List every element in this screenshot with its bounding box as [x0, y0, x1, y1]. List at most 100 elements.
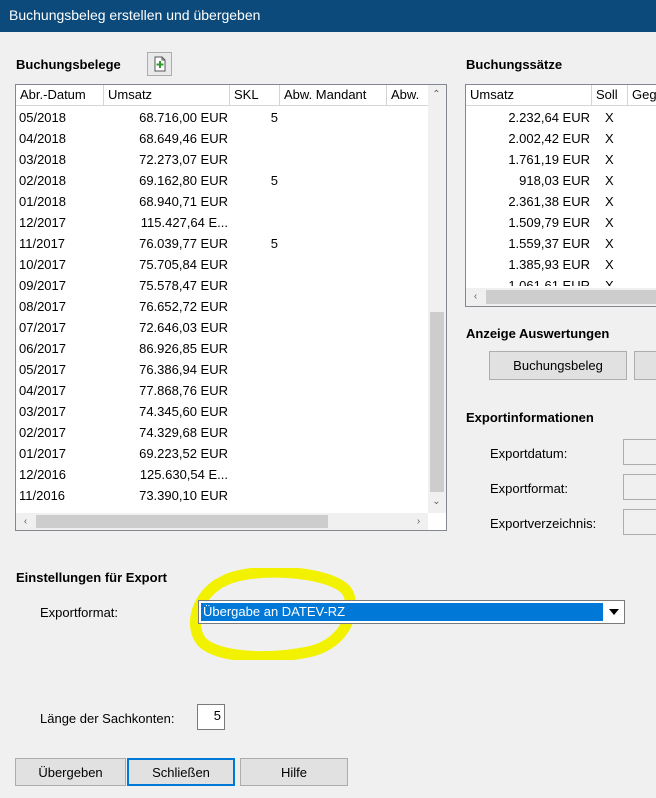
table-row[interactable]: 1.509,79 EUR X [466, 213, 656, 234]
table-row[interactable]: 2.361,38 EUR X [466, 192, 656, 213]
auswertung-second-button[interactable] [634, 351, 656, 380]
umsatz-cell: 1.559,37 EUR [508, 236, 590, 251]
table-row[interactable]: 04/2017 77.868,76 EUR [16, 381, 428, 402]
umsatz-cell: 86.926,85 EUR [139, 341, 228, 356]
auswertungen-heading: Anzeige Auswertungen [466, 326, 610, 341]
date-cell: 02/2018 [19, 173, 66, 188]
scroll-up-icon[interactable]: ⌃ [428, 86, 445, 103]
sachkonten-input[interactable]: 5 [197, 704, 225, 730]
umsatz-cell: 69.223,52 EUR [139, 446, 228, 461]
scroll-right-icon[interactable]: › [410, 513, 427, 530]
belege-hscroll-thumb[interactable] [36, 515, 328, 528]
umsatz-cell: 2.232,64 EUR [508, 110, 590, 125]
belege-vertical-scrollbar[interactable]: ⌃ ⌄ [428, 85, 446, 513]
exportformat-selected-value: Übergabe an DATEV-RZ [201, 603, 603, 621]
belege-header: Abr.-Datum Umsatz SKL Abw. Mandant Abw. [16, 85, 428, 106]
table-row[interactable]: 1.061,61 EUR X [466, 276, 656, 286]
add-beleg-button[interactable] [147, 52, 172, 76]
table-row[interactable]: 03/2018 72.273,07 EUR [16, 150, 428, 171]
umsatz-cell: 68.649,46 EUR [139, 131, 228, 146]
umsatz-cell: 69.162,80 EUR [139, 173, 228, 188]
exportformat-info-field [623, 474, 656, 500]
soll-cell: X [605, 131, 614, 146]
umsatz-cell: 1.061,61 EUR [508, 278, 590, 286]
table-row[interactable]: 08/2017 76.652,72 EUR [16, 297, 428, 318]
saetze-heading: Buchungssätze [466, 57, 563, 72]
table-row[interactable]: 11/2016 73.390,10 EUR [16, 486, 428, 507]
umsatz-cell: 75.705,84 EUR [139, 257, 228, 272]
table-row[interactable]: 06/2017 86.926,85 EUR [16, 339, 428, 360]
hilfe-button[interactable]: Hilfe [240, 758, 348, 786]
date-cell: 03/2018 [19, 152, 66, 167]
umsatz-cell: 125.630,54 E... [139, 467, 228, 482]
umsatz-cell: 2.002,42 EUR [508, 131, 590, 146]
umsatz-cell: 75.578,47 EUR [139, 278, 228, 293]
buchungsbeleg-button[interactable]: Buchungsbeleg [489, 351, 627, 380]
umsatz-cell: 918,03 EUR [519, 173, 590, 188]
table-row[interactable]: 01/2018 68.940,71 EUR [16, 192, 428, 213]
table-row[interactable]: 05/2018 68.716,00 EUR 5 [16, 108, 428, 129]
settings-heading: Einstellungen für Export [16, 570, 167, 585]
table-row[interactable]: 05/2017 76.386,94 EUR [16, 360, 428, 381]
umsatz-cell: 2.361,38 EUR [508, 194, 590, 209]
schliessen-button[interactable]: Schließen [127, 758, 235, 786]
exportdatum-field [623, 439, 656, 465]
table-row[interactable]: 2.232,64 EUR X [466, 108, 656, 129]
column-header-abw[interactable]: Abw. [387, 85, 428, 105]
table-row[interactable]: 1.559,37 EUR X [466, 234, 656, 255]
date-cell: 06/2017 [19, 341, 66, 356]
exportinfo-heading: Exportinformationen [466, 410, 594, 425]
date-cell: 04/2018 [19, 131, 66, 146]
table-row[interactable]: 07/2017 72.646,03 EUR [16, 318, 428, 339]
soll-cell: X [605, 110, 614, 125]
date-cell: 11/2017 [19, 236, 66, 251]
date-cell: 05/2017 [19, 362, 66, 377]
table-row[interactable]: 01/2017 69.223,52 EUR [16, 444, 428, 465]
table-row[interactable]: 2.002,42 EUR X [466, 129, 656, 150]
table-row[interactable]: 03/2017 74.345,60 EUR [16, 402, 428, 423]
table-row[interactable]: 12/2017 115.427,64 E... [16, 213, 428, 234]
saetze-grid[interactable]: Umsatz Soll Geg 2.232,64 EUR X 2.002,42 EU… [465, 84, 656, 307]
saetze-hscroll-thumb[interactable] [486, 290, 656, 304]
soll-cell: X [605, 152, 614, 167]
table-row[interactable]: 09/2017 75.578,47 EUR [16, 276, 428, 297]
belege-horizontal-scrollbar[interactable]: ‹ › [16, 513, 428, 530]
date-cell: 03/2017 [19, 404, 66, 419]
table-row[interactable]: 1.761,19 EUR X [466, 150, 656, 171]
scroll-left-icon[interactable]: ‹ [467, 288, 484, 305]
date-cell: 09/2017 [19, 278, 66, 293]
umsatz-cell: 72.646,03 EUR [139, 320, 228, 335]
table-row[interactable]: 10/2017 75.705,84 EUR [16, 255, 428, 276]
date-cell: 01/2017 [19, 446, 66, 461]
exportformat-select[interactable]: Übergabe an DATEV-RZ [198, 600, 625, 624]
dropdown-arrow-icon[interactable] [604, 601, 624, 623]
soll-cell: X [605, 236, 614, 251]
belege-heading: Buchungsbelege [16, 57, 121, 72]
date-cell: 05/2018 [19, 110, 66, 125]
table-row[interactable]: 1.385,93 EUR X [466, 255, 656, 276]
table-row[interactable]: 02/2018 69.162,80 EUR 5 [16, 171, 428, 192]
table-row[interactable]: 11/2017 76.039,77 EUR 5 [16, 234, 428, 255]
date-cell: 10/2017 [19, 257, 66, 272]
exportdatum-label: Exportdatum: [490, 446, 568, 461]
column-header-skl[interactable]: SKL [230, 85, 280, 105]
date-cell: 11/2016 [19, 488, 66, 503]
belege-grid[interactable]: Abr.-Datum Umsatz SKL Abw. Mandant Abw. … [15, 84, 447, 531]
column-header-datum[interactable]: Abr.-Datum [16, 85, 104, 105]
belege-vscroll-thumb[interactable] [430, 312, 444, 492]
table-row[interactable]: 12/2016 125.630,54 E... [16, 465, 428, 486]
date-cell: 12/2016 [19, 467, 66, 482]
soll-cell: X [605, 173, 614, 188]
column-header-abw-mandant[interactable]: Abw. Mandant [280, 85, 387, 105]
column-header-umsatz[interactable]: Umsatz [104, 85, 230, 105]
scroll-down-icon[interactable]: ⌄ [428, 493, 445, 510]
scroll-left-icon[interactable]: ‹ [17, 513, 34, 530]
table-row[interactable]: 02/2017 74.329,68 EUR [16, 423, 428, 444]
saetze-horizontal-scrollbar[interactable]: ‹ [466, 288, 656, 306]
umsatz-cell: 68.940,71 EUR [139, 194, 228, 209]
uebergeben-button[interactable]: Übergeben [15, 758, 126, 786]
umsatz-cell: 68.716,00 EUR [139, 110, 228, 125]
table-row[interactable]: 04/2018 68.649,46 EUR [16, 129, 428, 150]
table-row[interactable]: 918,03 EUR X [466, 171, 656, 192]
sachkonten-label: Länge der Sachkonten: [40, 711, 175, 726]
